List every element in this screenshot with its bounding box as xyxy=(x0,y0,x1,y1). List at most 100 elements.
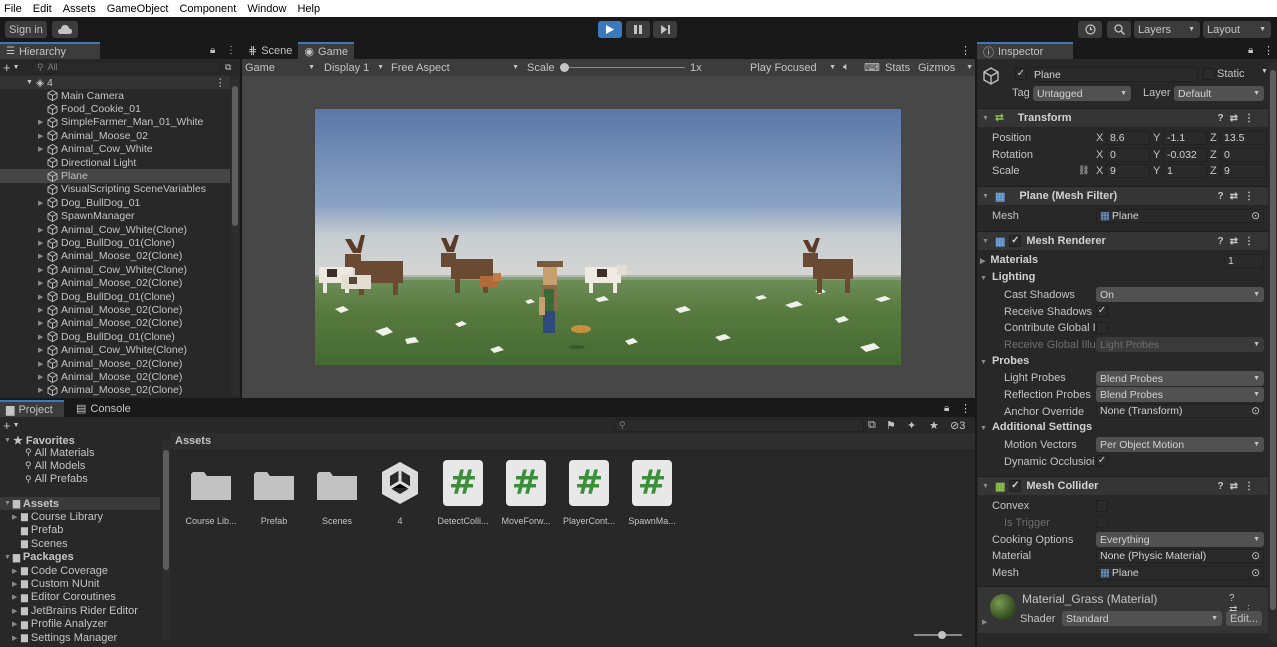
kebab-menu-icon[interactable]: ⋮ xyxy=(226,45,236,56)
sign-in-button[interactable]: Sign in xyxy=(5,21,47,38)
add-icon[interactable]: + xyxy=(3,418,11,433)
chevron-right-icon[interactable]: ▶ xyxy=(12,513,21,521)
transform-sy-field[interactable]: 1 xyxy=(1163,164,1207,178)
hierarchy-item[interactable]: Main Camera xyxy=(0,89,230,102)
package-item[interactable]: ▶ ▆ Settings Manager xyxy=(12,631,117,644)
chevron-right-icon[interactable]: ▶ xyxy=(982,618,987,626)
lighting-foldout[interactable]: ▼ Lighting xyxy=(980,271,1035,283)
hierarchy-item[interactable]: ▶ Animal_Moose_02(Clone) xyxy=(0,384,230,397)
shader-dropdown[interactable]: Standard xyxy=(1062,611,1222,626)
chevron-right-icon[interactable]: ▶ xyxy=(38,386,47,394)
kebab-menu-icon[interactable]: ⋮ xyxy=(960,402,971,415)
transform-py-field[interactable]: -1.1 xyxy=(1163,131,1207,145)
favorites-item[interactable]: ⚲ All Materials xyxy=(16,446,95,459)
package-item[interactable]: ▶ ▆ Custom NUnit xyxy=(12,577,99,590)
chevron-right-icon[interactable]: ▶ xyxy=(38,132,47,140)
filter-icon[interactable]: ⧉ xyxy=(225,62,231,73)
reflection-probes-dropdown[interactable]: Blend Probes xyxy=(1096,387,1264,402)
chevron-right-icon[interactable]: ▶ xyxy=(38,226,47,234)
lock-icon[interactable]: 🔒︎ xyxy=(210,45,215,56)
stats-button[interactable]: Stats xyxy=(885,59,910,76)
hierarchy-item[interactable]: ▶ Animal_Moose_02 xyxy=(0,129,230,142)
menu-item-window[interactable]: Window xyxy=(247,3,286,15)
axis-label-x[interactable]: X xyxy=(1096,131,1103,145)
layout-dropdown[interactable]: Layout ▼ xyxy=(1203,21,1271,38)
star-icon[interactable]: ★ xyxy=(929,419,939,432)
axis-label-y[interactable]: Y xyxy=(1153,164,1160,178)
transform-sx-field[interactable]: 9 xyxy=(1106,164,1150,178)
aspect-dropdown[interactable]: Free Aspect ▼ xyxy=(391,59,521,76)
package-item[interactable]: ▶ ▆ Profile Analyzer xyxy=(12,618,107,631)
asset-item[interactable]: Course Lib... xyxy=(183,460,239,526)
axis-label-x[interactable]: X xyxy=(1096,164,1103,178)
asset-item[interactable]: # PlayerCont... xyxy=(561,460,617,526)
hierarchy-item[interactable]: ▶ Animal_Moose_02(Clone) xyxy=(0,277,230,290)
asset-item[interactable]: Prefab xyxy=(246,460,302,526)
tag-dropdown[interactable]: Untagged xyxy=(1033,86,1131,101)
static-checkbox[interactable] xyxy=(1203,68,1215,80)
chevron-down-icon[interactable]: ▼ xyxy=(13,422,20,429)
chevron-right-icon[interactable]: ▶ xyxy=(12,580,21,588)
search-button[interactable] xyxy=(1107,21,1131,38)
transform-rz-field[interactable]: 0 xyxy=(1220,148,1267,162)
scrollbar-thumb[interactable] xyxy=(232,86,238,226)
anchor-override-field[interactable]: None (Transform) ⊙ xyxy=(1096,404,1264,418)
hierarchy-item[interactable]: ▶ Animal_Cow_White xyxy=(0,143,230,156)
dynamic-occlusion-checkbox[interactable]: ✓ xyxy=(1096,455,1108,467)
hierarchy-item[interactable]: Food_Cookie_01 xyxy=(0,102,230,115)
tab-game[interactable]: ◉ Game xyxy=(298,42,354,59)
layers-dropdown[interactable]: Layers ▼ xyxy=(1134,21,1200,38)
transform-header[interactable]: ▼ ⮂ Transform ?⇄⋮ xyxy=(978,108,1268,127)
hierarchy-item[interactable]: ▶ Animal_Moose_02(Clone) xyxy=(0,303,230,316)
scale-slider[interactable] xyxy=(560,63,685,72)
enabled-checkbox[interactable]: ✓ xyxy=(1009,480,1022,492)
package-item[interactable]: ▶ ▆ JetBrains Rider Editor xyxy=(12,604,138,617)
component-header-icons[interactable]: ?⇄⋮ xyxy=(1218,481,1261,492)
hierarchy-item[interactable]: ▶ Dog_BullDog_01(Clone) xyxy=(0,290,230,303)
favorites-item[interactable]: ⚲ All Prefabs xyxy=(16,473,88,486)
scrollbar-thumb[interactable] xyxy=(1270,70,1276,610)
axis-label-y[interactable]: Y xyxy=(1153,131,1160,145)
scene-row[interactable]: ▼ ◈ 4 ⋮ xyxy=(0,76,230,90)
asset-item[interactable]: # MoveForw... xyxy=(498,460,554,526)
chevron-right-icon[interactable]: ▶ xyxy=(12,593,21,601)
pause-button[interactable] xyxy=(626,21,650,38)
play-button[interactable] xyxy=(598,21,622,38)
motion-vectors-dropdown[interactable]: Per Object Motion xyxy=(1096,437,1264,452)
lock-icon[interactable]: 🔒︎ xyxy=(1248,45,1253,56)
chevron-right-icon[interactable]: ▶ xyxy=(38,293,47,301)
add-icon[interactable]: + xyxy=(3,60,11,75)
component-header-icons[interactable]: ?⇄⋮ xyxy=(1218,191,1261,202)
menu-item-edit[interactable]: Edit xyxy=(33,3,52,15)
chevron-down-icon[interactable]: ▼ xyxy=(26,79,33,86)
package-item[interactable]: ▶ ▆ Editor Coroutines xyxy=(12,591,116,604)
asset-item[interactable]: Scenes xyxy=(309,460,365,526)
cast-shadows-dropdown[interactable]: On xyxy=(1096,287,1264,302)
hierarchy-item[interactable]: VisualScripting SceneVariables xyxy=(0,183,230,196)
menu-item-gameobject[interactable]: GameObject xyxy=(107,3,169,15)
search-by-type-icon[interactable]: ⧉ xyxy=(868,419,876,432)
kebab-menu-icon[interactable]: ⋮ xyxy=(960,44,971,57)
hierarchy-item[interactable]: Plane xyxy=(0,169,230,183)
search-by-label-icon[interactable]: ⚑ xyxy=(886,419,896,432)
asset-item[interactable]: 4 xyxy=(372,460,428,526)
gameobject-cube-icon[interactable] xyxy=(982,67,1000,85)
chevron-right-icon[interactable]: ▶ xyxy=(12,567,21,575)
hierarchy-item[interactable]: SpawnManager xyxy=(0,210,230,223)
chevron-right-icon[interactable]: ▶ xyxy=(12,620,21,628)
tree-scrollbar[interactable] xyxy=(162,440,170,640)
mute-audio-icon[interactable]: 🔈︎ xyxy=(843,59,850,76)
hierarchy-item[interactable]: ▶ SimpleFarmer_Man_01_White xyxy=(0,116,230,129)
assets-root[interactable]: ▼ ▆ Assets xyxy=(4,497,59,510)
chevron-right-icon[interactable]: ▶ xyxy=(12,607,21,615)
component-header-icons[interactable]: ?⇄⋮ xyxy=(1218,113,1261,124)
menu-item-assets[interactable]: Assets xyxy=(63,3,96,15)
chevron-right-icon[interactable]: ▶ xyxy=(38,373,47,381)
gizmos-button[interactable]: Gizmos ▼ xyxy=(918,59,973,76)
step-button[interactable] xyxy=(653,21,677,38)
hierarchy-item[interactable]: ▶ Dog_BullDog_01(Clone) xyxy=(0,330,230,343)
undo-history-button[interactable] xyxy=(1078,21,1102,38)
mesh-field[interactable]: ▦ Plane ⊙ xyxy=(1096,209,1264,223)
transform-px-field[interactable]: 8.6 xyxy=(1106,131,1150,145)
contribute-gi-checkbox[interactable] xyxy=(1096,322,1108,334)
